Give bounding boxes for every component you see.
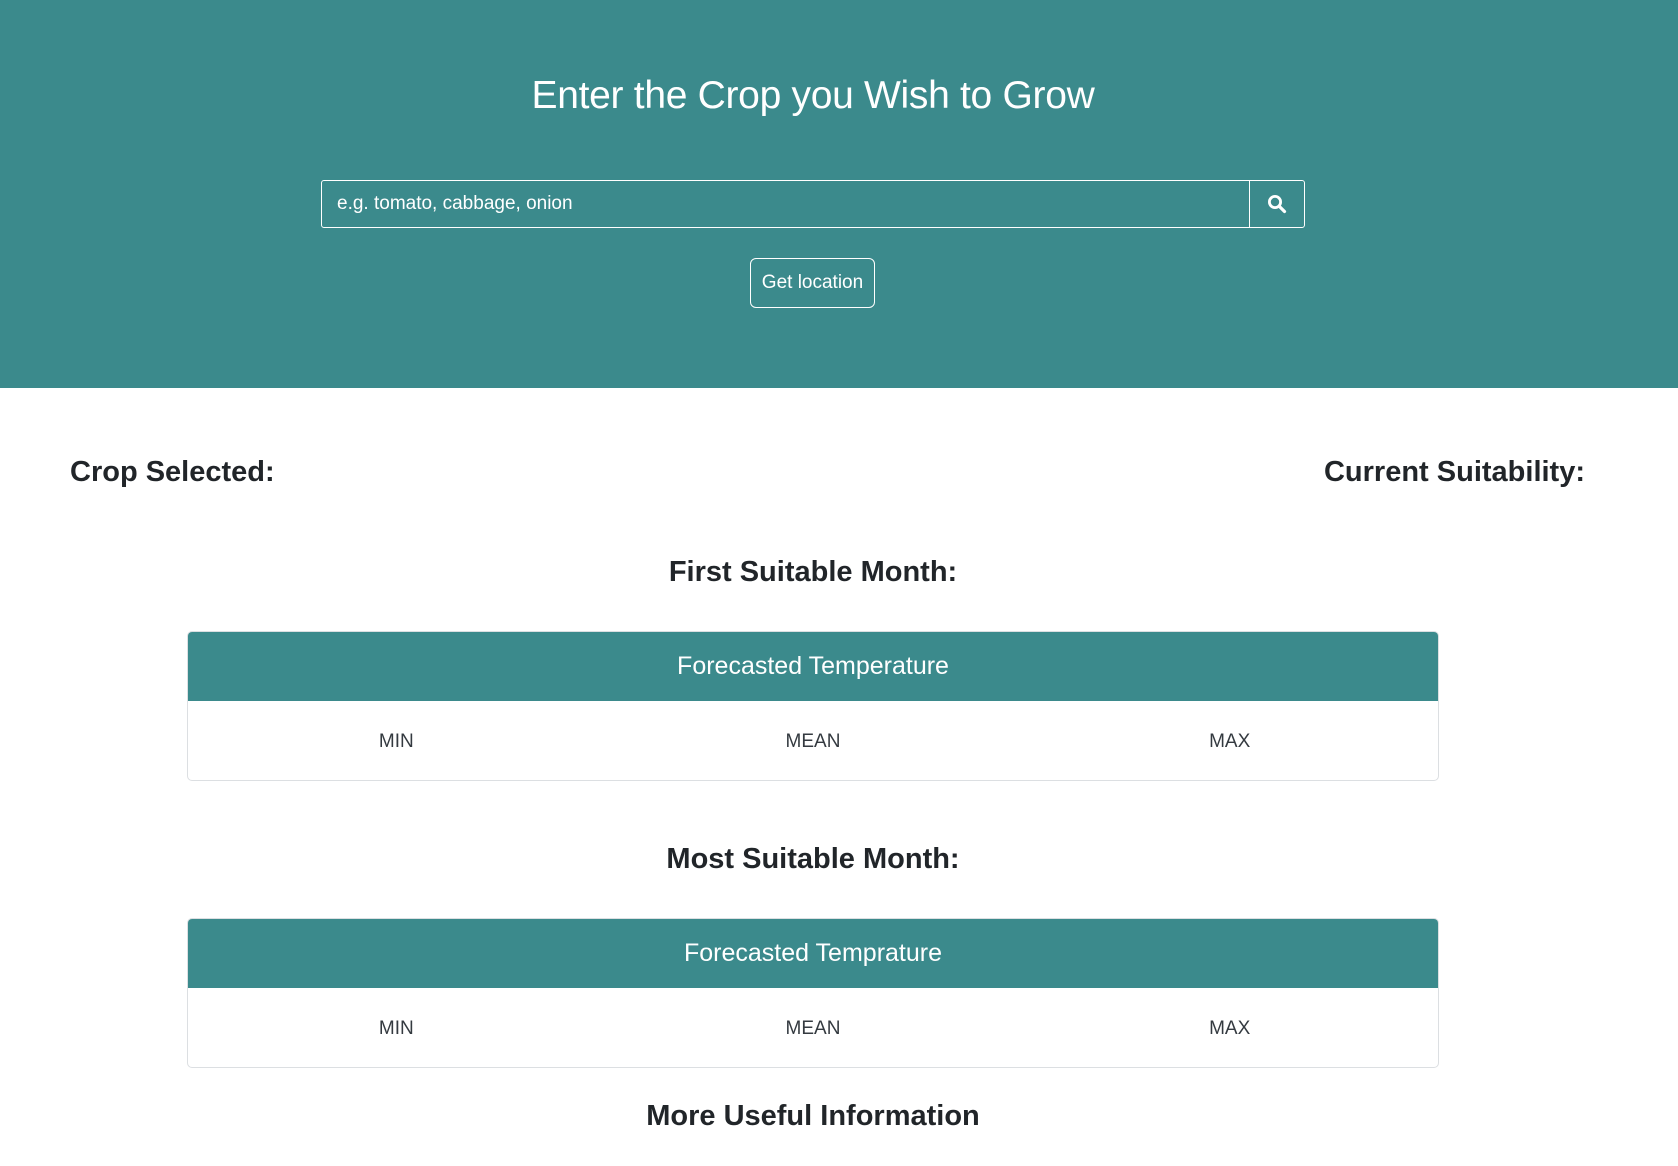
most-suitable-month-heading: Most Suitable Month: xyxy=(666,843,960,875)
temperature-row: MIN MEAN MAX xyxy=(188,701,1438,780)
mean-label: MEAN xyxy=(785,730,841,752)
first-month-temperature-card: Forecasted Temperature MIN MEAN MAX xyxy=(187,631,1439,781)
card-header: Forecasted Temprature xyxy=(188,919,1438,988)
crop-search-box xyxy=(321,180,1305,228)
min-label: MIN xyxy=(378,730,414,752)
card-header: Forecasted Temperature xyxy=(188,632,1438,701)
max-label: MAX xyxy=(1209,1017,1251,1039)
most-month-temperature-card: Forecasted Temprature MIN MEAN MAX xyxy=(187,918,1439,1068)
hero-banner: Enter the Crop you Wish to Grow Get loca… xyxy=(0,0,1678,388)
get-location-button[interactable]: Get location xyxy=(750,258,875,308)
temperature-row: MIN MEAN MAX xyxy=(188,988,1438,1067)
more-info-heading: More Useful Information xyxy=(646,1100,980,1132)
search-button[interactable] xyxy=(1249,181,1304,227)
crop-selected-heading: Crop Selected: xyxy=(70,456,275,488)
mean-label: MEAN xyxy=(785,1017,841,1039)
page-title: Enter the Crop you Wish to Grow xyxy=(531,74,1095,117)
search-icon xyxy=(1268,195,1287,214)
current-suitability-heading: Current Suitability: xyxy=(1323,456,1585,488)
min-label: MIN xyxy=(378,1017,414,1039)
max-label: MAX xyxy=(1209,730,1251,752)
crop-search-input[interactable] xyxy=(322,181,1249,227)
first-suitable-month-heading: First Suitable Month: xyxy=(668,556,958,588)
